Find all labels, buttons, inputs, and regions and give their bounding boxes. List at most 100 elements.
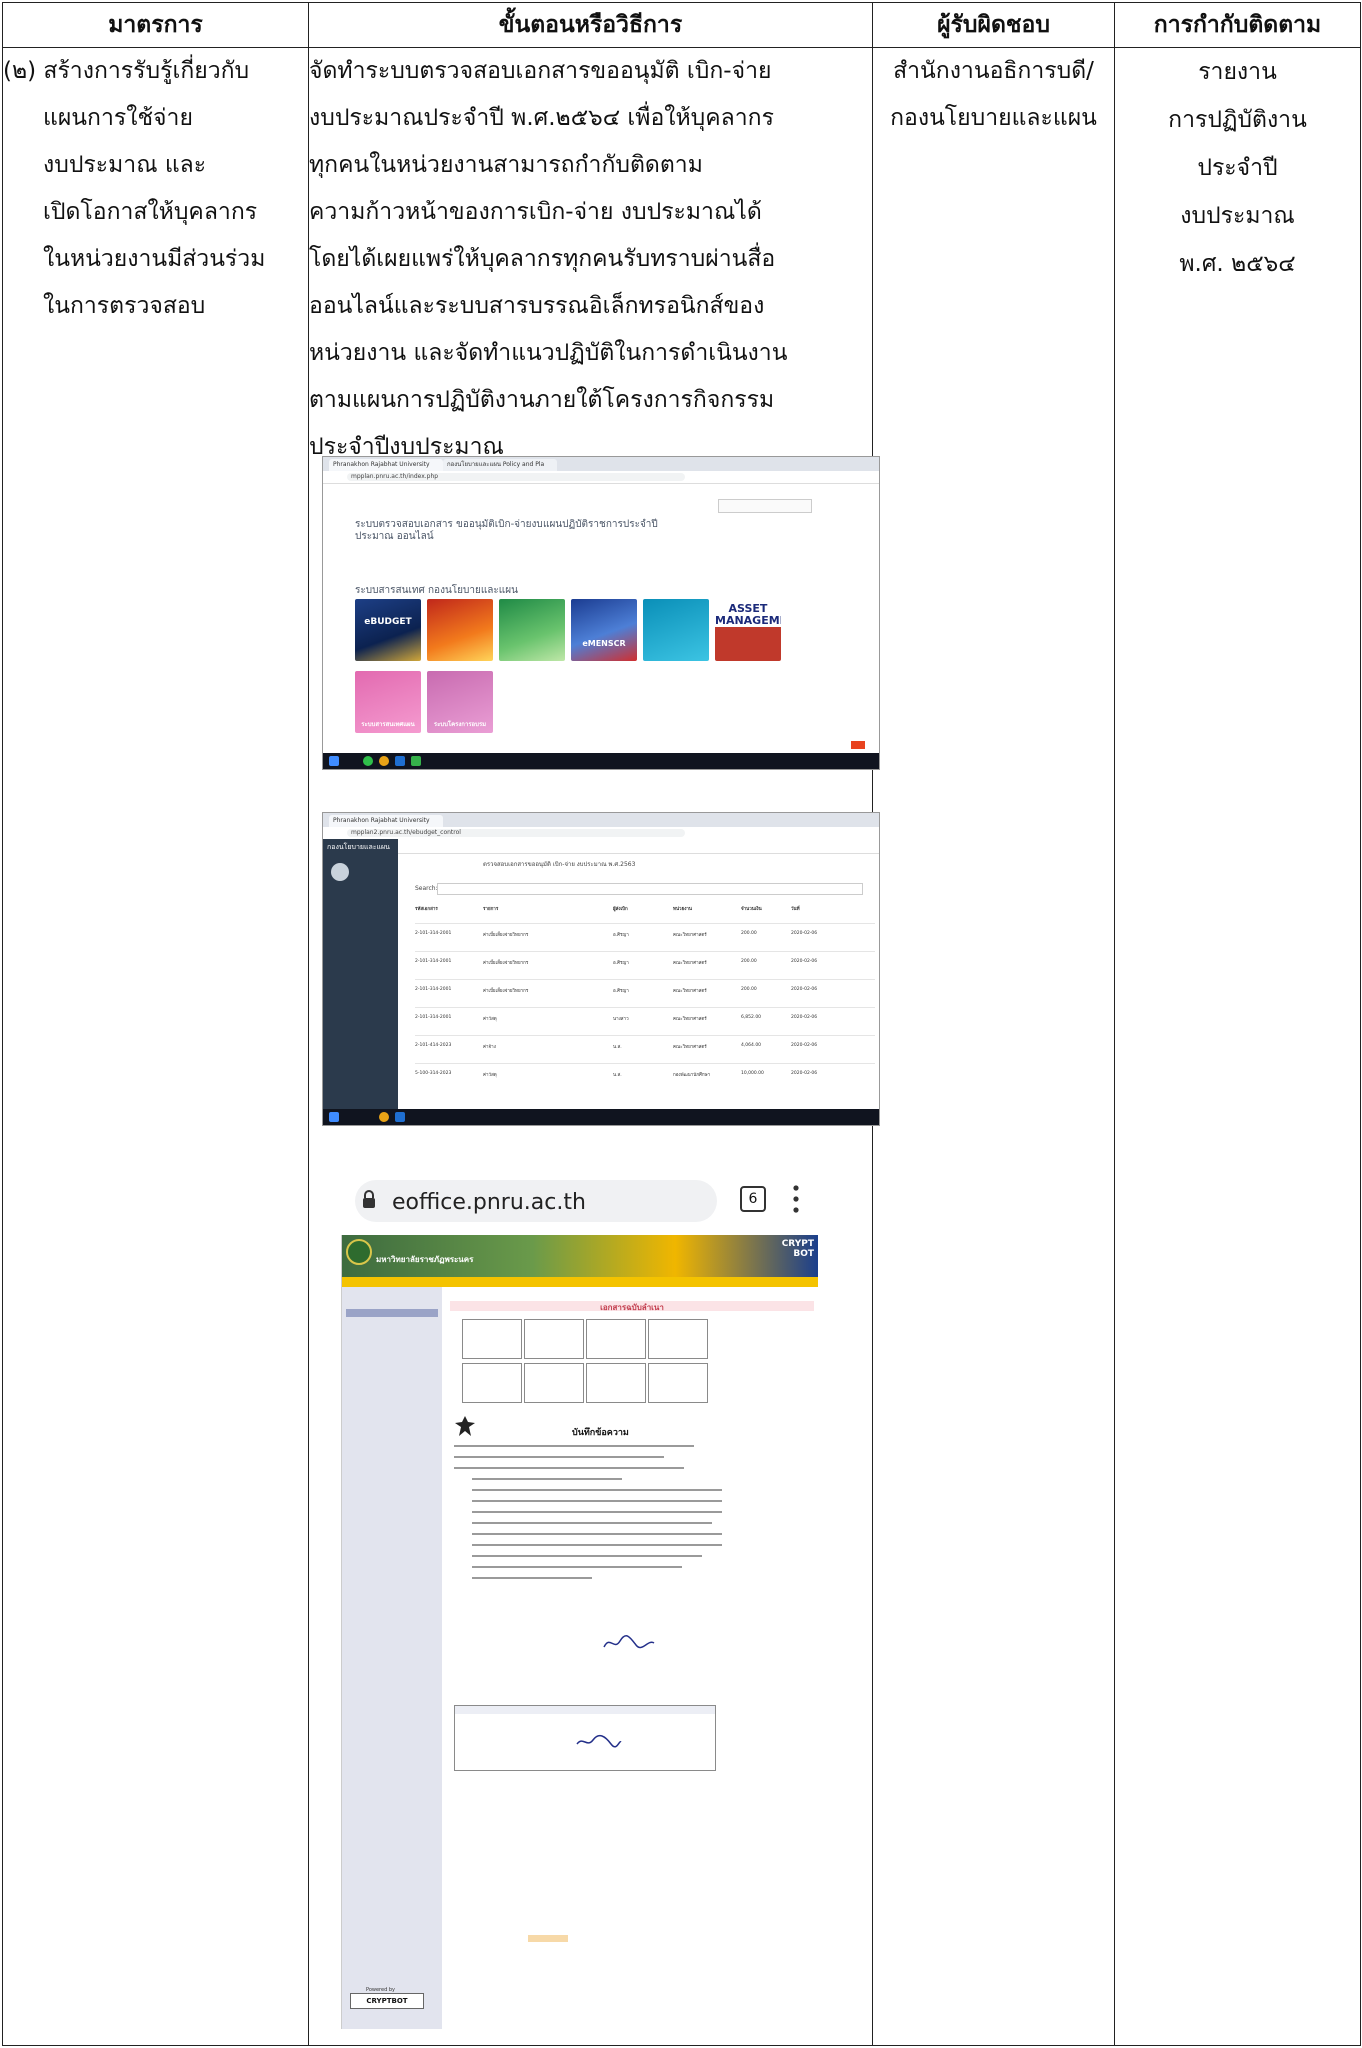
column-header[interactable]: รายการ	[483, 905, 498, 912]
procedure-line: จัดทำระบบตรวจสอบเอกสารขออนุมัติ เบิก-จ่า…	[309, 58, 772, 84]
table-cell: ค่าเบี้ยเลี้ยงจ่ายวิทยากร	[483, 933, 529, 938]
windows-taskbar	[323, 1109, 879, 1125]
procedure-line: โดยได้เผยแพร่ให้บุคลากรทุกคนรับทราบผ่านส…	[309, 246, 776, 272]
section-heading: ระบบสารสนเทศ กองนโยบายและแผน	[355, 585, 518, 596]
table-cell: 2-101-314-2001	[415, 959, 452, 964]
system-tile[interactable]	[427, 599, 493, 661]
more-menu-icon[interactable]	[793, 1184, 799, 1214]
monitoring-line: รายงาน	[1198, 59, 1277, 85]
measure-line: (๒) สร้างการรับรู้เกี่ยวกับ	[3, 58, 250, 84]
table-cell: 200.00	[741, 931, 757, 936]
monitoring-cell: รายงาน การปฏิบัติงาน ประจำปี งบประมาณ พ.…	[1114, 47, 1361, 2046]
tab-count-button[interactable]: 6	[740, 1186, 766, 1212]
url-field: mpplan.pnru.ac.th/index.php	[347, 473, 685, 481]
doc-heading: เอกสารฉบับลำเนา	[600, 1303, 664, 1312]
table-cell: กองพัฒนานักศึกษา	[673, 1073, 711, 1078]
table-cell: อ.ศิรญา	[613, 961, 629, 966]
status-card	[524, 1363, 584, 1403]
screenshot-plan-website: Phranakhon Rajabhat University กองนโยบาย…	[322, 456, 880, 770]
table-cell: 200.00	[741, 959, 757, 964]
windows-taskbar	[323, 753, 879, 769]
tile-label: ASSET MANAGEMENT	[715, 602, 781, 627]
column-header[interactable]: ผู้ส่งเบิก	[613, 905, 628, 912]
column-header[interactable]: จำนวนเงิน	[741, 905, 762, 912]
table-cell: อ.ศิรญา	[613, 933, 629, 938]
table-cell: 2020-02-06	[791, 987, 818, 992]
header-monitoring: การกำกับติดตาม	[1114, 2, 1361, 48]
screenshot-budget-dashboard: Phranakhon Rajabhat University mpplan2.p…	[322, 812, 880, 1126]
brand-logo: CRYPT BOT	[781, 1239, 814, 1259]
app-icon[interactable]	[363, 756, 373, 766]
table-cell: 5-100-314-2023	[415, 1071, 452, 1076]
avatar	[331, 863, 349, 881]
edge-icon[interactable]	[395, 1112, 405, 1122]
calendar-tile[interactable]: ระบบสารสนเทศแผน	[355, 671, 421, 733]
monitoring-line: ประจำปี	[1197, 155, 1278, 181]
monitoring-line: การปฏิบัติงาน	[1168, 107, 1307, 133]
memo-text-line	[472, 1566, 682, 1568]
browser-tab: กองนโยบายและแผน Policy and Pla	[443, 459, 557, 471]
eoffice-menu[interactable]	[342, 1277, 818, 1287]
eoffice-sidebar: CRYPTBOT Powered by	[342, 1287, 442, 2029]
table-cell: ค่าเบี้ยเลี้ยงจ่ายวิทยากร	[483, 961, 529, 966]
mobile-url: eoffice.pnru.ac.th	[392, 1190, 586, 1215]
project-tile[interactable]: ระบบโครงการอบรม	[427, 671, 493, 733]
windows-icon[interactable]	[329, 1112, 339, 1122]
browser-tab-bar: Phranakhon Rajabhat University	[323, 813, 879, 827]
download-button[interactable]	[528, 1935, 568, 1942]
chrome-icon[interactable]	[379, 756, 389, 766]
memo-text-line	[472, 1500, 722, 1502]
table-cell: อ.ศิรญา	[613, 989, 629, 994]
table-cell: ค่าจ้าง	[483, 1045, 496, 1050]
table-cell: คณะวิทยาศาสตร์	[673, 1045, 707, 1050]
ebudget-tile[interactable]: eBUDGET	[355, 599, 421, 661]
edge-icon[interactable]	[395, 756, 405, 766]
asset-management-tile[interactable]: ASSET MANAGEMENT	[715, 599, 781, 661]
table-row-divider	[415, 923, 875, 924]
measure-line: เปิดโอกาสให้บุคลากร	[43, 199, 258, 225]
table-cell: 2-101-314-2001	[415, 931, 452, 936]
status-card	[648, 1363, 708, 1403]
memo-text-line	[454, 1467, 684, 1469]
table-cell: คณะวิทยาศาสตร์	[673, 989, 707, 994]
memo-text-line	[472, 1544, 722, 1546]
responsible-line: สำนักงานอธิการบดี/	[893, 58, 1094, 84]
header-responsible: ผู้รับผิดชอบ	[872, 2, 1115, 48]
system-tile[interactable]	[643, 599, 709, 661]
system-tile[interactable]	[499, 599, 565, 661]
responsible-cell: สำนักงานอธิการบดี/ กองนโยบายและแผน	[872, 47, 1115, 2046]
footer-brand: CRYPTBOT	[350, 1993, 424, 2009]
app-icon[interactable]	[411, 756, 421, 766]
measure-cell: (๒) สร้างการรับรู้เกี่ยวกับ แผนการใช้จ่า…	[2, 47, 309, 2046]
windows-icon[interactable]	[329, 756, 339, 766]
column-header[interactable]: วันที่	[791, 905, 800, 912]
table-cell: 2-101-314-2001	[415, 1015, 452, 1020]
scroll-top-button[interactable]	[851, 741, 865, 749]
table-cell: 10,000.00	[741, 1071, 764, 1076]
column-header[interactable]: หน่วยงาน	[673, 905, 692, 912]
signature	[575, 1734, 623, 1754]
table-cell: คณะวิทยาศาสตร์	[673, 961, 707, 966]
browser-tab: Phranakhon Rajabhat University	[329, 459, 443, 471]
procedure-line: ทุกคนในหน่วยงานสามารถกำกับติดตาม	[309, 152, 703, 178]
table-cell: 200.00	[741, 987, 757, 992]
table-row-divider	[415, 951, 875, 952]
table-cell: 6,852.00	[741, 1015, 762, 1020]
column-header[interactable]: รหัสเอกสาร	[415, 905, 438, 912]
university-logo	[346, 1239, 372, 1265]
responsible-line: กองนโยบายและแผน	[890, 105, 1097, 131]
table-cell: 2020-02-06	[791, 1015, 818, 1020]
sidebar-heading	[346, 1309, 438, 1317]
memo-text-line	[454, 1445, 694, 1447]
search-input[interactable]	[437, 883, 863, 895]
table-row-divider	[415, 979, 875, 980]
emenscr-tile[interactable]: eMENSCR	[571, 599, 637, 661]
dashboard-title: ตรวจสอบเอกสารขออนุมัติ เบิก-จ่าย งบประมา…	[483, 861, 636, 868]
chrome-icon[interactable]	[379, 1112, 389, 1122]
eoffice-header: มหาวิทยาลัยราชภัฏพระนคร CRYPT BOT	[342, 1235, 818, 1277]
browser-tab-bar: Phranakhon Rajabhat University กองนโยบาย…	[323, 457, 879, 471]
lock-icon	[363, 1190, 375, 1208]
address-bar: mpplan.pnru.ac.th/index.php	[323, 471, 879, 484]
dashboard-topbar	[398, 839, 879, 854]
memo-text-line	[472, 1478, 622, 1480]
